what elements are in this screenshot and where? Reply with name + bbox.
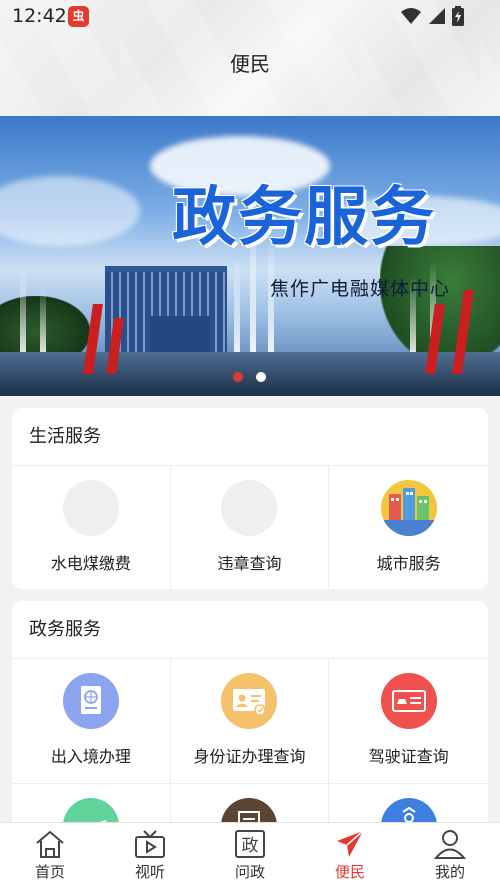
tab-label: 便民: [334, 863, 365, 881]
signal-icon: [429, 8, 445, 24]
service-label: 出入境办理: [50, 747, 131, 766]
carousel-dot[interactable]: [256, 372, 266, 382]
banner-subtitle: 焦作广电融媒体中心: [270, 278, 451, 300]
banner-cloud: [0, 176, 140, 246]
service-utility-bill[interactable]: 水电煤缴费: [12, 466, 171, 589]
placeholder-icon: [221, 480, 278, 536]
banner-fountain: [40, 286, 46, 356]
system-icons: [400, 6, 464, 26]
status-time: 12:42: [12, 5, 67, 27]
section-title: 生活服务: [12, 408, 488, 466]
tab-wenzheng[interactable]: 政 问政: [200, 823, 300, 888]
app-notification-icon: 虫: [68, 6, 89, 27]
service-city-services[interactable]: 城市服务: [329, 466, 488, 589]
service-grid: 水电煤缴费 违章查询 城市服务: [12, 466, 488, 589]
tab-label: 问政: [234, 863, 265, 881]
user-icon: [433, 830, 467, 859]
tab-mine[interactable]: 我的: [400, 823, 500, 888]
service-label: 违章查询: [217, 554, 282, 573]
life-services-card: 生活服务 水电煤缴费 违章查询 城市服务: [12, 408, 488, 589]
service-grid: 出入境办理 身份证办理查询 驾驶证查询: [12, 659, 488, 841]
wifi-icon: [401, 8, 421, 24]
banner-carousel[interactable]: 政务服务 焦作广电融媒体中心: [0, 116, 500, 396]
tab-convenience[interactable]: 便民: [300, 823, 400, 888]
tv-play-icon: [135, 830, 165, 858]
city-icon: [380, 480, 437, 536]
placeholder-icon: [62, 480, 119, 536]
service-label: 水电煤缴费: [50, 554, 131, 573]
service-driver-license[interactable]: 驾驶证查询: [329, 659, 488, 784]
id-card-icon: [221, 673, 278, 729]
service-label: 身份证办理查询: [193, 747, 306, 766]
service-exit-entry[interactable]: 出入境办理: [12, 659, 171, 784]
service-label: 驾驶证查询: [368, 747, 449, 766]
tab-watch-listen[interactable]: 视听: [100, 823, 200, 888]
banner-fountain: [20, 266, 26, 356]
service-traffic-violation[interactable]: 违章查询: [171, 466, 330, 589]
home-icon: [36, 830, 64, 858]
banner-fountain: [234, 256, 240, 356]
passport-icon: [62, 673, 119, 729]
send-arrow-icon: [337, 830, 364, 857]
carousel-dot-active[interactable]: [233, 372, 243, 382]
page-title: 便民: [230, 52, 270, 76]
banner-pool: [0, 352, 500, 396]
top-header-zone: 12:42 虫 便民: [0, 0, 500, 116]
banner-title: 政务服务: [172, 181, 436, 255]
section-title: 政务服务: [12, 601, 488, 659]
driver-license-icon: [380, 673, 437, 729]
tab-label: 我的: [434, 863, 465, 881]
tab-label: 首页: [34, 863, 65, 881]
gov-services-card: 政务服务 出入境办理 身份证办理查询 驾驶证查询: [12, 601, 488, 841]
bottom-tab-bar: 首页 视听 政 问政 便民 我的: [0, 822, 500, 888]
zheng-icon: 政: [235, 830, 265, 858]
tab-home[interactable]: 首页: [0, 823, 100, 888]
service-id-card[interactable]: 身份证办理查询: [170, 659, 330, 784]
svg-text:政: 政: [242, 836, 259, 856]
service-label: 城市服务: [376, 554, 441, 573]
status-bar: 12:42 虫: [0, 0, 500, 34]
battery-icon: [452, 6, 464, 26]
tab-label: 视听: [134, 863, 165, 881]
